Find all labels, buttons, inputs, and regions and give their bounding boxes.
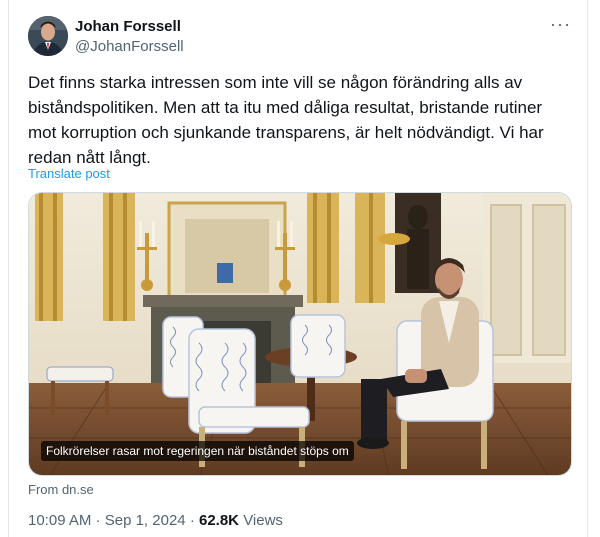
media-caption: Folkrörelser rasar mot regeringen när bi… (41, 441, 354, 461)
more-horizontal-icon[interactable]: ··· (550, 14, 571, 35)
meta-separator: · (95, 512, 101, 529)
author-handle[interactable]: @JohanForssell (75, 38, 184, 55)
post-time[interactable]: 10:09 AM (28, 512, 91, 529)
tweet-meta: 10:09 AM · Sep 1, 2024 · 62.8K Views (28, 512, 283, 529)
post-date[interactable]: Sep 1, 2024 (105, 512, 186, 529)
translate-post-link[interactable]: Translate post (28, 166, 110, 181)
views-label: Views (243, 512, 283, 529)
author-name[interactable]: Johan Forssell (75, 18, 181, 35)
media-image (29, 193, 571, 475)
views-count: 62.8K (198, 512, 240, 529)
tweet-card: Johan Forssell @JohanForssell ··· Det fi… (8, 0, 588, 537)
avatar[interactable] (28, 16, 68, 56)
media-source-link[interactable]: From dn.se (28, 482, 94, 497)
meta-separator: · (189, 512, 195, 529)
media-card[interactable]: Folkrörelser rasar mot regeringen när bi… (28, 192, 572, 476)
tweet-text: Det finns starka intressen som inte vill… (28, 73, 544, 167)
